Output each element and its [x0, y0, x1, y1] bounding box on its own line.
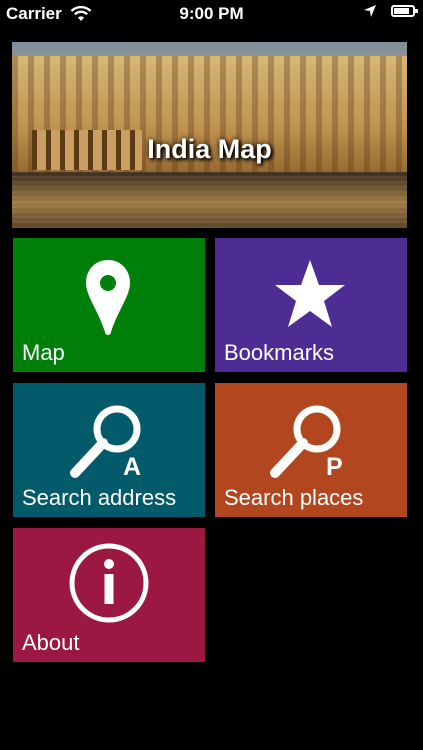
- search-address-letter: A: [123, 453, 142, 481]
- search-places-letter: P: [326, 453, 343, 481]
- banner-water: [12, 172, 407, 228]
- star-icon: [275, 260, 345, 327]
- bookmarks-tile[interactable]: Bookmarks: [215, 238, 407, 372]
- search-address-tile[interactable]: A Search address: [13, 383, 205, 517]
- magnifier-a-icon: [70, 405, 141, 478]
- magnifier-p-icon: [270, 405, 341, 478]
- battery-icon: [391, 5, 418, 17]
- bookmarks-tile-label: Bookmarks: [224, 340, 335, 365]
- about-tile[interactable]: About: [13, 528, 205, 662]
- search-places-tile-label: Search places: [224, 485, 364, 510]
- search-address-tile-label: Search address: [22, 485, 177, 510]
- banner-image: India Map: [12, 42, 407, 228]
- map-pin-icon: [86, 260, 130, 335]
- info-icon: [69, 543, 149, 623]
- status-right: [363, 4, 418, 18]
- battery-fill: [394, 8, 409, 14]
- map-tile-label: Map: [22, 340, 65, 365]
- app-title: India Map: [147, 134, 272, 164]
- status-bar: Carrier 9:00 PM: [0, 0, 423, 30]
- search-places-tile[interactable]: P Search places: [215, 383, 407, 517]
- map-tile[interactable]: Map: [13, 238, 205, 372]
- location-arrow-icon: [364, 5, 376, 17]
- status-time: 9:00 PM: [179, 4, 244, 23]
- about-tile-label: About: [22, 630, 80, 655]
